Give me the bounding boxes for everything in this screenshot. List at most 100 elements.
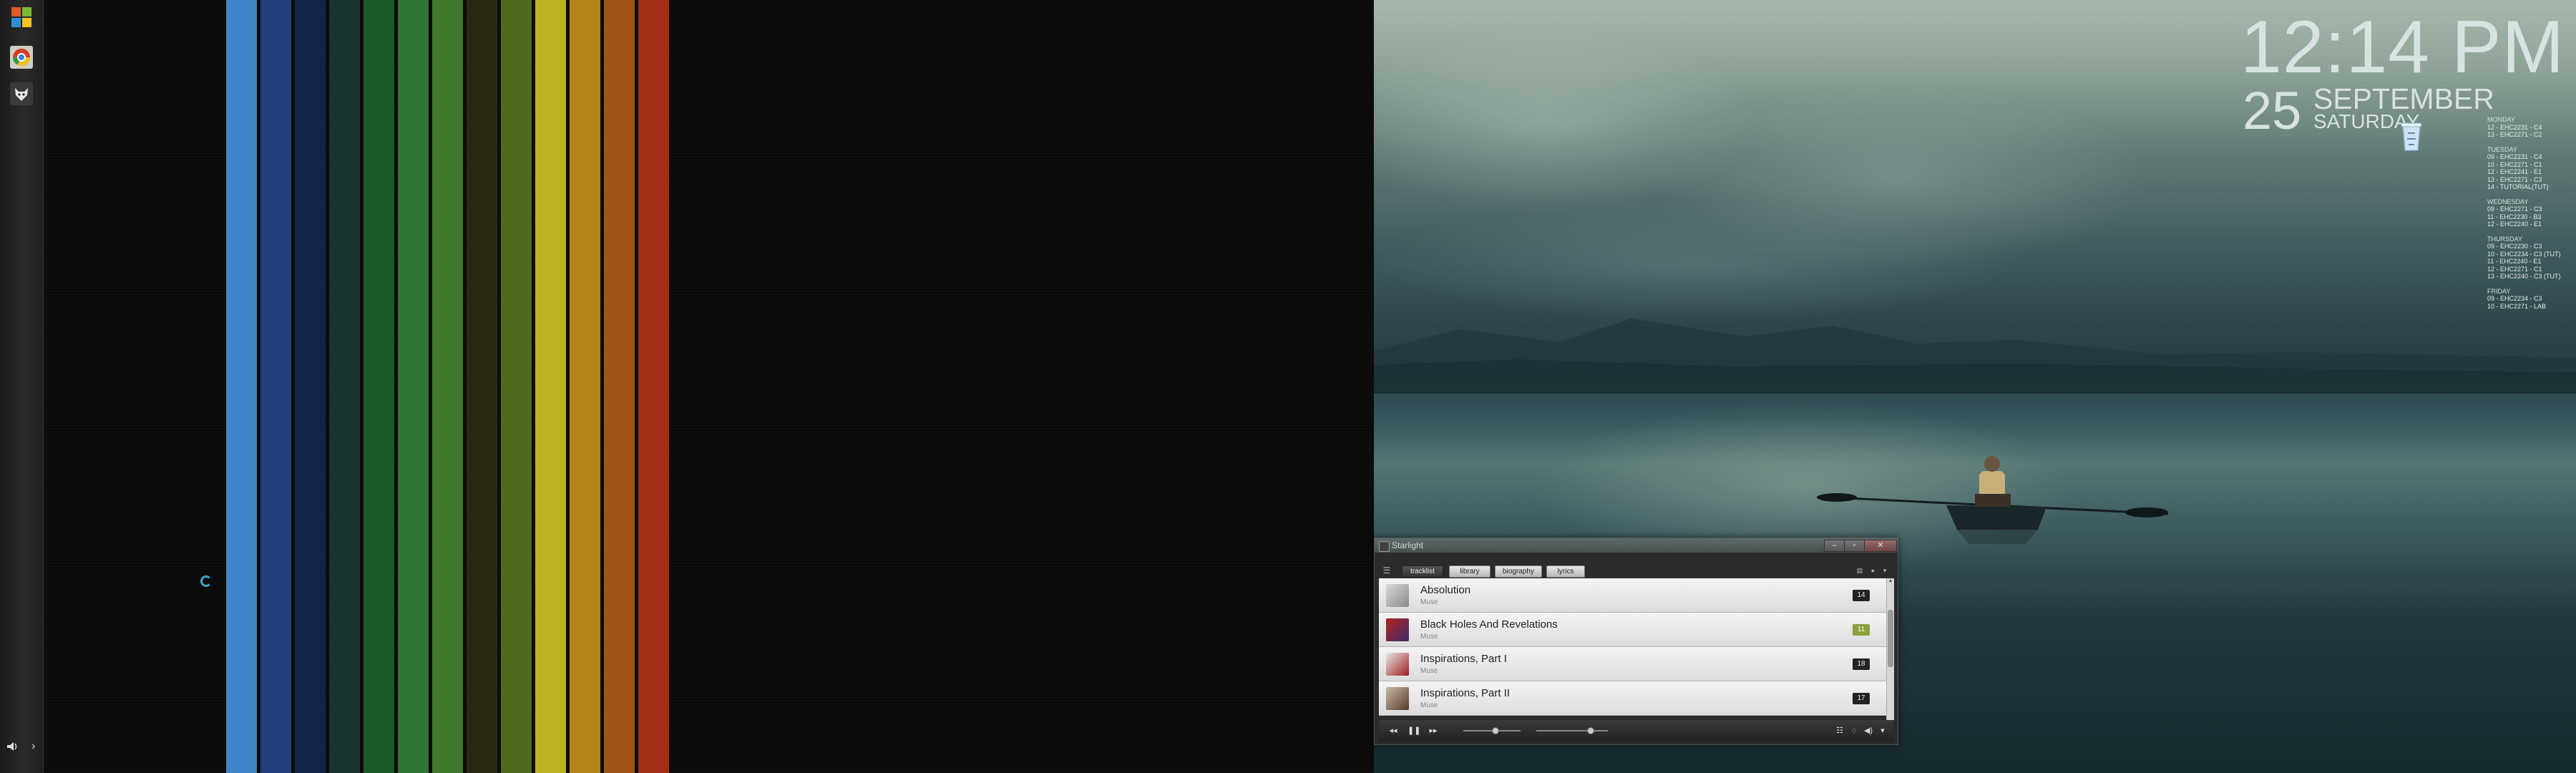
wallpaper-stripe [329, 0, 360, 773]
volume-slider[interactable] [1536, 727, 1608, 734]
wallpaper-stripe [638, 0, 669, 773]
wallpaper-color-stripes [226, 0, 673, 773]
wallpaper-stripe [604, 0, 635, 773]
schedule-entry: 11 - EHC2230 - B3 [2487, 213, 2542, 220]
wallpaper-stripe [260, 0, 291, 773]
view-options-icon[interactable]: ▤ [1855, 565, 1865, 575]
close-button[interactable]: ✕ [1864, 540, 1897, 552]
track-artist: Muse [1420, 667, 1438, 675]
scroll-up-icon[interactable]: ▲ [1888, 578, 1893, 584]
schedule-day-heading: FRIDAY [2487, 287, 2511, 295]
clock-day: 25 [2243, 81, 2302, 140]
schedule-entry: 13 - EHC2271 - C2 [2487, 131, 2542, 138]
table-row[interactable]: Absolution Muse 14 [1379, 578, 1886, 613]
chrome-icon[interactable] [9, 44, 34, 70]
tab-tracklist[interactable]: tracklist [1402, 565, 1443, 578]
windows-start-icon[interactable] [9, 4, 34, 30]
wolf-app-icon[interactable] [9, 81, 34, 107]
track-list: Absolution Muse 14 Black Holes And Revelati… [1379, 578, 1886, 720]
options-dropdown-icon[interactable]: ▾ [1877, 725, 1888, 736]
tracklist-scrollbar[interactable]: ▲ [1886, 578, 1894, 720]
schedule-entry: 10 - EHC2271 - LAB [2487, 302, 2547, 310]
album-art [1386, 687, 1409, 710]
clock-month: SEPTEMBER [2313, 82, 2494, 115]
system-tray: › [4, 740, 39, 757]
scrollbar-thumb[interactable] [1888, 610, 1893, 667]
speaker-icon[interactable] [6, 740, 19, 757]
schedule-entry: 13 - EHC2240 - C3 (TUT) [2487, 273, 2561, 280]
track-title: Inspirations, Part I [1420, 653, 1507, 665]
track-count-badge: 14 [1853, 590, 1870, 601]
schedule-entry: 12 - EHC2271 - C1 [2487, 265, 2542, 273]
seek-slider[interactable] [1463, 727, 1521, 734]
schedule-entry: 09 - EHC2230 - C3 [2487, 243, 2542, 250]
schedule-entry: 13 - EHC2271 - C3 [2487, 175, 2542, 183]
previous-track-button[interactable]: ◂◂ [1387, 725, 1399, 736]
table-row[interactable]: Black Holes And Revelations Muse 11 [1379, 613, 1886, 647]
tab-lyrics[interactable]: lyrics [1546, 565, 1585, 578]
schedule-entry: 12 - EHC2231 - C4 [2487, 123, 2542, 131]
schedule-entry: 11 - EHC2240 - E1 [2487, 258, 2542, 265]
track-count-badge: 18 [1853, 658, 1870, 670]
wallpaper-stripe [467, 0, 497, 773]
music-player-window: Starlight – ▫ ✕ ☰ tracklist library biog… [1374, 538, 1898, 745]
schedule-day-heading: MONDAY [2487, 116, 2515, 123]
schedule-entry: 09 - EHC2234 - C3 [2487, 295, 2542, 302]
tab-library[interactable]: library [1449, 565, 1491, 578]
recycle-bin-icon[interactable] [2397, 117, 2426, 153]
tab-biography[interactable]: biography [1495, 565, 1542, 578]
wallpaper-stripe [432, 0, 463, 773]
class-schedule-widget: MONDAY 12 - EHC2231 - C4 13 - EHC2271 - C2… [2487, 116, 2573, 310]
repeat-icon[interactable]: ◌ [1848, 725, 1860, 736]
minimize-button[interactable]: – [1824, 540, 1845, 552]
tray-expand-arrow[interactable]: › [31, 740, 35, 753]
seek-slider-knob[interactable] [1492, 727, 1499, 734]
equalizer-icon[interactable]: ☷ [1834, 725, 1845, 736]
pause-button[interactable]: ❚❚ [1407, 725, 1420, 736]
player-title: Starlight [1392, 540, 1424, 550]
schedule-entry: 12 - EHC2240 - E1 [2487, 220, 2542, 228]
album-art [1386, 584, 1409, 607]
clock-time: 12:14 PM [2240, 6, 2565, 89]
table-row[interactable]: Inspirations, Part I Muse 18 [1379, 647, 1886, 681]
track-artist: Muse [1420, 633, 1438, 641]
forward-icon[interactable]: ▸ [1868, 565, 1878, 575]
wallpaper-stripe [570, 0, 600, 773]
schedule-day-heading: TUESDAY [2487, 145, 2517, 153]
track-title: Absolution [1420, 584, 1471, 596]
schedule-entry: 09 - EHC2231 - C4 [2487, 153, 2542, 160]
schedule-entry: 10 - EHC2271 - C1 [2487, 160, 2542, 168]
menu-icon[interactable]: ☰ [1382, 565, 1392, 575]
track-artist: Muse [1420, 701, 1438, 709]
wallpaper-stripe [226, 0, 257, 773]
album-art [1386, 653, 1409, 676]
maximize-button[interactable]: ▫ [1844, 540, 1865, 552]
wallpaper-stripe [295, 0, 326, 773]
next-track-button[interactable]: ▸▸ [1428, 725, 1439, 736]
player-toolbar: ☰ tracklist library biography lyrics ▤ ▸… [1379, 564, 1893, 580]
player-titlebar[interactable]: Starlight – ▫ ✕ [1375, 538, 1898, 553]
wallpaper-stripe [535, 0, 566, 773]
left-monitor-desktop: › [0, 0, 1374, 773]
wallpaper-stripe [364, 0, 394, 773]
schedule-entry: 09 - EHC2271 - C3 [2487, 205, 2542, 213]
schedule-entry: 12 - EHC2241 - E1 [2487, 168, 2542, 175]
volume-slider-knob[interactable] [1587, 727, 1594, 734]
track-title: Inspirations, Part II [1420, 687, 1511, 699]
table-row[interactable]: Inspirations, Part II Muse 17 [1379, 681, 1886, 716]
schedule-day-heading: THURSDAY [2487, 235, 2522, 243]
distant-mountains [1374, 319, 2576, 394]
schedule-day-heading: WEDNESDAY [2487, 198, 2529, 205]
track-title: Black Holes And Revelations [1420, 618, 1558, 631]
playback-controls: ◂◂ ❚❚ ▸▸ ☷ ◌ ◀) ▾ [1379, 720, 1893, 742]
player-app-icon [1379, 541, 1390, 552]
schedule-entry: 14 - TUTORIAL(TUT) [2487, 183, 2549, 190]
volume-icon[interactable]: ◀) [1863, 725, 1874, 736]
dropdown-icon[interactable]: ▾ [1880, 565, 1890, 575]
track-count-badge: 11 [1853, 624, 1870, 636]
loading-cursor-icon [200, 575, 212, 587]
schedule-entry: 10 - EHC2234 - C3 (TUT) [2487, 250, 2561, 258]
taskbar: › [0, 0, 44, 773]
wallpaper-stripe [501, 0, 532, 773]
track-count-badge: 17 [1853, 693, 1870, 704]
